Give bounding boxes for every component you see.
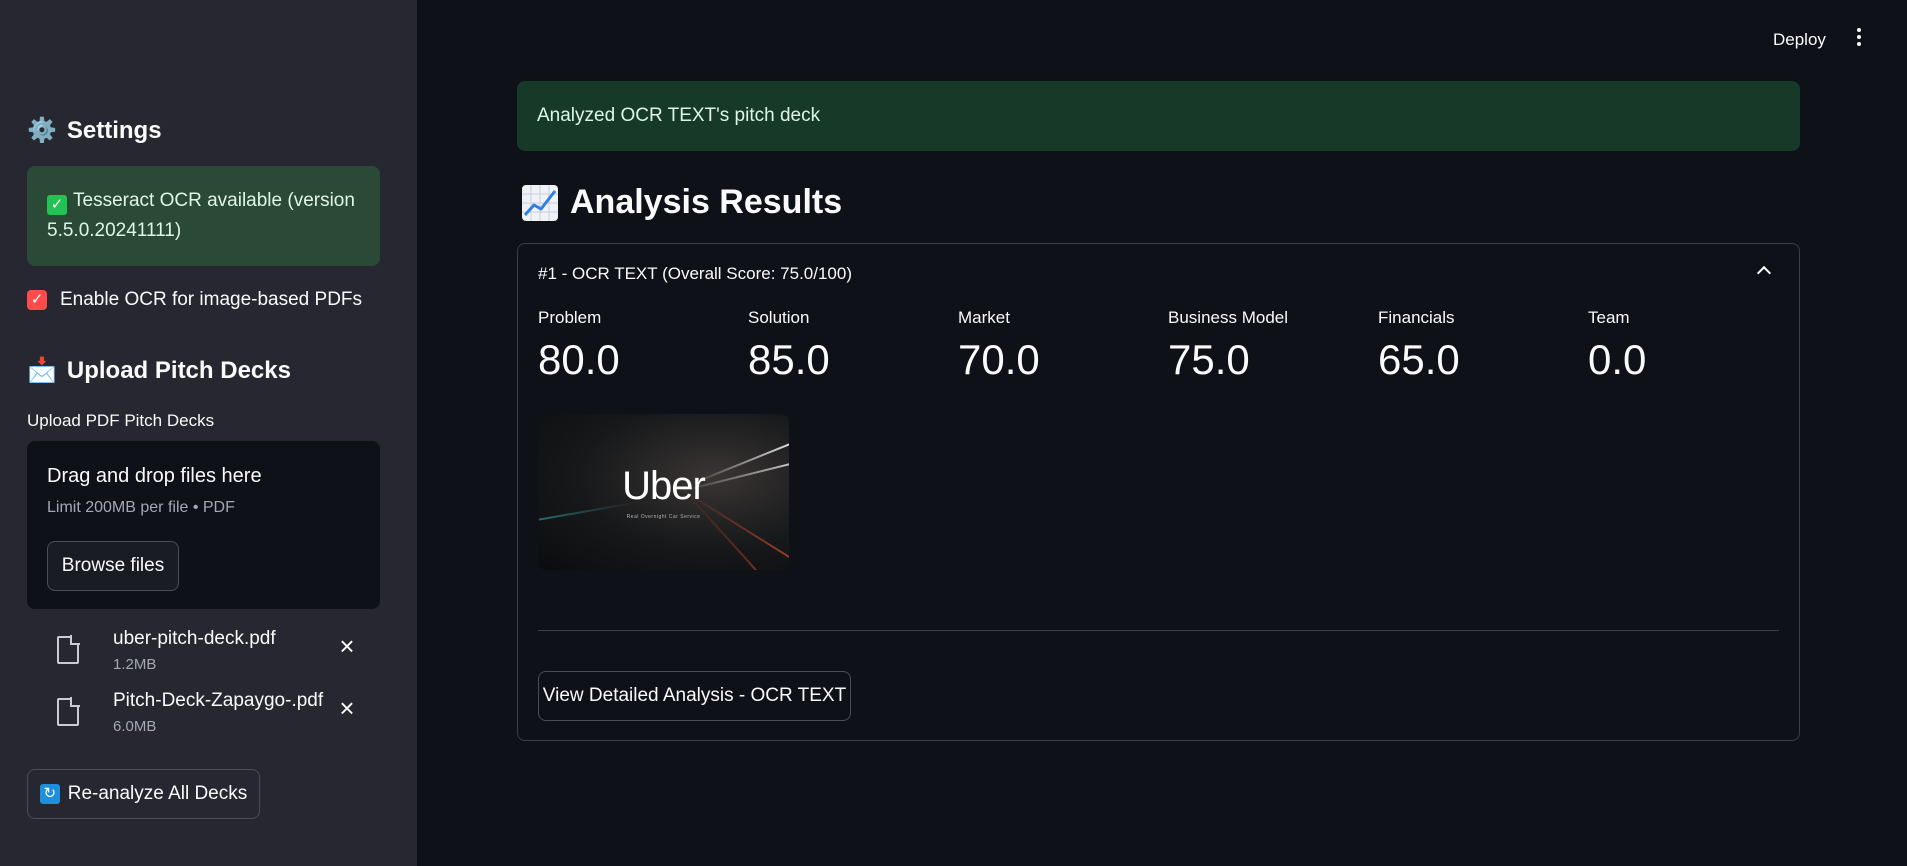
metric-value: 80.0 <box>538 336 620 383</box>
refresh-icon: ↻ <box>39 784 60 804</box>
deck-result-expander: #1 - OCR TEXT (Overall Score: 75.0/100) … <box>517 243 1800 741</box>
metric-label: Business Model <box>1168 308 1289 327</box>
metric-label: Financials <box>1378 308 1455 327</box>
metric-value: 85.0 <box>748 336 830 383</box>
checkbox-checked-icon[interactable]: ✓ <box>27 290 47 310</box>
deploy-button[interactable]: Deploy <box>1773 30 1826 50</box>
reanalyze-all-button[interactable]: ↻ Re-analyze All Decks <box>27 769 260 819</box>
more-vert-icon[interactable] <box>1852 28 1866 52</box>
file-size: 6.0MB <box>113 718 157 735</box>
metric-label: Problem <box>538 308 602 327</box>
analysis-results-title: Analysis Results <box>570 183 843 221</box>
file-size: 1.2MB <box>113 656 157 673</box>
settings-title: Settings <box>66 117 162 144</box>
browse-files-button[interactable]: Browse files <box>47 541 179 591</box>
enable-ocr-label: Enable OCR for image-based PDFs <box>60 289 363 310</box>
uploader-label: Upload PDF Pitch Decks <box>27 411 215 430</box>
metric-team: Team 0.0 <box>1588 308 1788 384</box>
dropzone-instructions: Drag and drop files here <box>47 465 262 487</box>
file-dropzone[interactable]: Drag and drop files here Limit 200MB per… <box>27 441 380 609</box>
divider <box>538 630 1779 631</box>
analysis-results-heading: Analysis Results <box>522 183 842 222</box>
ocr-status-text: Tesseract OCR available (version 5.5.0.2… <box>47 190 355 241</box>
inbox-tray-icon: 📩 <box>27 357 57 384</box>
chart-increasing-icon <box>522 184 558 221</box>
uploaded-file-item: uber-pitch-deck.pdf 1.2MB × <box>55 628 375 680</box>
file-icon <box>57 635 80 664</box>
metric-value: 75.0 <box>1168 336 1250 383</box>
file-name: uber-pitch-deck.pdf <box>113 628 276 649</box>
expander-title[interactable]: #1 - OCR TEXT (Overall Score: 75.0/100) <box>538 264 852 284</box>
metric-value: 70.0 <box>958 336 1040 383</box>
file-name: Pitch-Deck-Zapaygo-.pdf <box>113 690 324 711</box>
success-alert-text: Analyzed OCR TEXT's pitch deck <box>537 105 821 126</box>
view-detailed-analysis-button[interactable]: View Detailed Analysis - OCR TEXT <box>538 671 851 721</box>
thumbnail-subtitle: Real Overnight Car Service <box>626 514 701 520</box>
metric-value: 65.0 <box>1378 336 1460 383</box>
metric-value: 0.0 <box>1588 336 1647 383</box>
enable-ocr-checkbox[interactable]: ✓ Enable OCR for image-based PDFs <box>27 289 362 311</box>
pitch-deck-thumbnail: Uber Real Overnight Car Service <box>538 414 789 570</box>
metric-financials: Financials 65.0 <box>1378 308 1578 384</box>
upload-heading: 📩 Upload Pitch Decks <box>27 357 291 385</box>
metric-market: Market 70.0 <box>958 308 1158 384</box>
gear-icon: ⚙️ <box>27 117 57 144</box>
reanalyze-label: Re-analyze All Decks <box>67 783 248 804</box>
settings-heading: ⚙️ Settings <box>27 117 162 145</box>
metric-business-model: Business Model 75.0 <box>1168 308 1368 384</box>
metric-label: Market <box>958 308 1010 327</box>
metric-label: Team <box>1588 308 1630 327</box>
check-mark-icon: ✓ <box>47 195 67 215</box>
metric-label: Solution <box>748 308 810 327</box>
ocr-status-alert: ✓ Tesseract OCR available (version 5.5.0.… <box>27 166 380 266</box>
success-alert: Analyzed OCR TEXT's pitch deck <box>517 81 1800 151</box>
uploaded-file-item: Pitch-Deck-Zapaygo-.pdf 6.0MB × <box>55 690 375 742</box>
upload-title: Upload Pitch Decks <box>66 357 291 384</box>
file-icon <box>57 697 80 726</box>
metric-problem: Problem 80.0 <box>538 308 738 384</box>
thumbnail-logo-text: Uber <box>622 464 706 508</box>
chevron-up-icon[interactable] <box>1756 265 1772 281</box>
remove-file-close-icon[interactable]: × <box>335 695 359 721</box>
dropzone-limit: Limit 200MB per file • PDF <box>47 499 235 516</box>
sidebar: ⚙️ Settings ✓ Tesseract OCR available (ve… <box>0 0 417 866</box>
remove-file-close-icon[interactable]: × <box>335 633 359 659</box>
metric-solution: Solution 85.0 <box>748 308 948 384</box>
